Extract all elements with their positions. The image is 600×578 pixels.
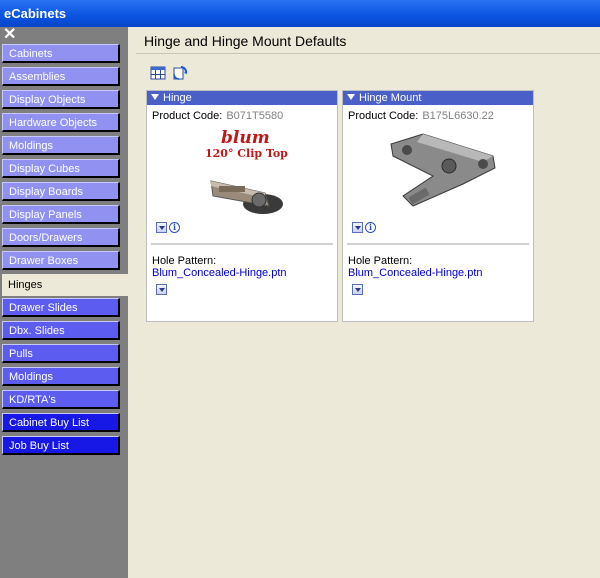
blum-logo: blum bbox=[221, 128, 281, 148]
product-code-value: B071T5580 bbox=[226, 110, 284, 122]
sidebar-item-kd-rta[interactable]: KD/RTA's bbox=[2, 390, 120, 409]
grid-icon[interactable] bbox=[150, 65, 166, 81]
hole-pattern-label: Hole Pattern: bbox=[152, 255, 217, 267]
sidebar-item-drawer-slides[interactable]: Drawer Slides bbox=[2, 298, 120, 317]
collapse-icon[interactable] bbox=[347, 94, 355, 100]
sidebar-item-dbx-slides[interactable]: Dbx. Slides bbox=[2, 321, 120, 340]
sidebar-item-cabinets[interactable]: Cabinets bbox=[2, 44, 120, 63]
hole-pattern-dropdown-icon[interactable] bbox=[156, 284, 167, 295]
sidebar-item-hardware-objects[interactable]: Hardware Objects bbox=[2, 113, 120, 132]
sidebar-item-hinges[interactable]: Hinges bbox=[2, 274, 128, 296]
sidebar-item-doors-drawers[interactable]: Doors/Drawers bbox=[2, 228, 120, 247]
panel-divider bbox=[151, 243, 333, 245]
collapse-icon[interactable] bbox=[151, 94, 159, 100]
main-content: Hinge and Hinge Mount Defaults Hinge Pro… bbox=[128, 27, 600, 578]
hinge-panel-header[interactable]: Hinge bbox=[147, 91, 337, 105]
hinge-mount-panel-title: Hinge Mount bbox=[359, 92, 422, 104]
info-icon[interactable]: i bbox=[365, 222, 376, 233]
close-icon[interactable]: ✕ bbox=[3, 27, 19, 43]
sidebar-item-moldings-2[interactable]: Moldings bbox=[2, 367, 120, 386]
sidebar: ✕ Cabinets Assemblies Display Objects Ha… bbox=[0, 27, 128, 578]
refresh-icon[interactable] bbox=[172, 65, 188, 81]
sidebar-item-moldings[interactable]: Moldings bbox=[2, 136, 120, 155]
hinge-mount-panel-header[interactable]: Hinge Mount bbox=[343, 91, 533, 105]
hole-pattern-link[interactable]: Blum_Concealed-Hinge.ptn bbox=[152, 267, 287, 279]
sidebar-item-display-cubes[interactable]: Display Cubes bbox=[2, 159, 120, 178]
product-code-row: Product Code: B175L6630.22 bbox=[348, 110, 494, 122]
sidebar-item-display-boards[interactable]: Display Boards bbox=[2, 182, 120, 201]
hinge-panel-title: Hinge bbox=[163, 92, 192, 104]
sidebar-item-display-panels[interactable]: Display Panels bbox=[2, 205, 120, 224]
hole-pattern-dropdown-icon[interactable] bbox=[352, 284, 363, 295]
hinge-mount-panel: Hinge Mount Product Code: B175L6630.22 i … bbox=[342, 90, 534, 322]
panel-divider bbox=[347, 243, 529, 245]
dropdown-icon[interactable] bbox=[352, 222, 363, 233]
sidebar-item-job-buy-list[interactable]: Job Buy List bbox=[2, 436, 120, 455]
product-code-value: B175L6630.22 bbox=[422, 110, 494, 122]
hole-pattern-label: Hole Pattern: bbox=[348, 255, 413, 267]
sidebar-item-drawer-boxes[interactable]: Drawer Boxes bbox=[2, 251, 120, 270]
sidebar-item-pulls[interactable]: Pulls bbox=[2, 344, 120, 363]
info-icon[interactable]: i bbox=[169, 222, 180, 233]
sidebar-item-assemblies[interactable]: Assemblies bbox=[2, 67, 120, 86]
image-caption: 120° Clip Top bbox=[205, 147, 288, 160]
product-code-label: Product Code: bbox=[152, 110, 223, 122]
sidebar-item-cabinet-buy-list[interactable]: Cabinet Buy List bbox=[2, 413, 120, 432]
product-code-row: Product Code: B071T5580 bbox=[152, 110, 283, 122]
hinge-mount-product-image bbox=[383, 126, 503, 216]
brand-text: blum bbox=[221, 128, 270, 148]
hole-pattern-link[interactable]: Blum_Concealed-Hinge.ptn bbox=[348, 267, 483, 279]
hinge-panel: Hinge Product Code: B071T5580 blum 120° C… bbox=[146, 90, 338, 322]
window-title: eCabinets bbox=[0, 0, 600, 27]
sidebar-item-display-objects[interactable]: Display Objects bbox=[2, 90, 120, 109]
title-divider bbox=[136, 53, 600, 54]
product-code-label: Product Code: bbox=[348, 110, 419, 122]
page-title: Hinge and Hinge Mount Defaults bbox=[144, 33, 347, 49]
dropdown-icon[interactable] bbox=[156, 222, 167, 233]
